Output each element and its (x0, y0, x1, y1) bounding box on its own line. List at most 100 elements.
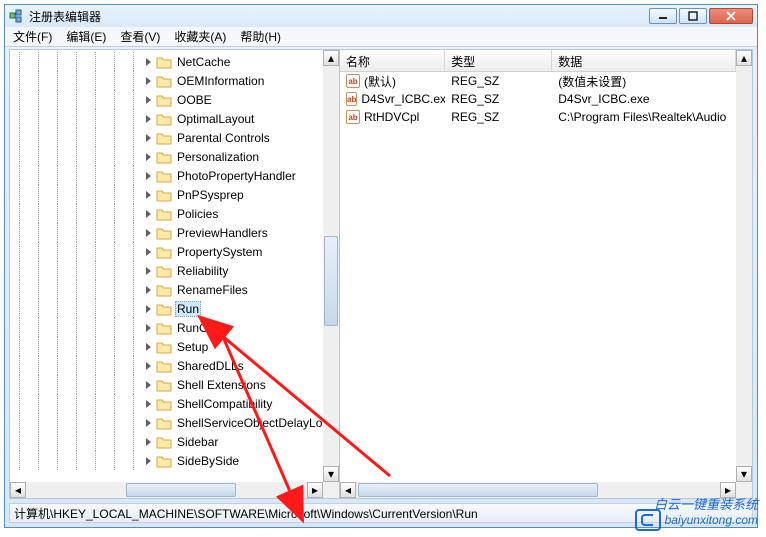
column-header-name[interactable]: 名称 (340, 50, 445, 71)
maximize-button[interactable] (679, 8, 707, 24)
tree-vertical-scrollbar[interactable]: ▴ ▾ (323, 50, 339, 482)
value-type: REG_SZ (451, 92, 499, 106)
expand-icon[interactable] (143, 284, 154, 295)
tree-item[interactable]: Reliability (10, 261, 339, 280)
folder-icon (156, 245, 172, 259)
value-type: REG_SZ (451, 110, 499, 124)
scroll-right-arrow[interactable]: ▸ (307, 482, 323, 498)
tree-item-label: Shell Extensions (175, 378, 268, 392)
value-row[interactable]: ab(默认)REG_SZ(数值未设置) (340, 72, 736, 90)
scroll-left-arrow[interactable]: ◂ (10, 482, 26, 498)
expand-icon[interactable] (143, 455, 154, 466)
tree-item-label: Setup (175, 340, 210, 354)
value-data: C:\Program Files\Realtek\Audio (558, 110, 726, 124)
values-list[interactable]: ab(默认)REG_SZ(数值未设置)abD4Svr_ICBC.exeREG_S… (340, 72, 736, 482)
value-row[interactable]: abD4Svr_ICBC.exeREG_SZD4Svr_ICBC.exe (340, 90, 736, 108)
reg-string-icon: ab (346, 92, 357, 106)
expand-icon[interactable] (143, 360, 154, 371)
folder-icon (156, 359, 172, 373)
expand-icon[interactable] (143, 94, 154, 105)
tree-item[interactable]: SideBySide (10, 451, 339, 470)
tree-item-label: SharedDLLs (175, 359, 246, 373)
folder-icon (156, 416, 172, 430)
expand-icon[interactable] (143, 227, 154, 238)
values-columns-header[interactable]: 名称类型数据 (340, 50, 736, 72)
expand-icon[interactable] (143, 56, 154, 67)
values-panel: 名称类型数据 ab(默认)REG_SZ(数值未设置)abD4Svr_ICBC.e… (340, 50, 752, 498)
expand-icon[interactable] (143, 151, 154, 162)
tree-item-label: PropertySystem (175, 245, 264, 259)
minimize-button[interactable] (649, 8, 677, 24)
expand-icon[interactable] (143, 398, 154, 409)
tree-item[interactable]: Run (10, 299, 339, 318)
menubar: 文件(F)编辑(E)查看(V)收藏夹(A)帮助(H) (5, 27, 757, 47)
tree-item-label: ShellServiceObjectDelayLo (175, 416, 324, 430)
expand-icon[interactable] (143, 417, 154, 428)
column-header-type[interactable]: 类型 (445, 50, 552, 71)
values-vertical-scrollbar[interactable]: ▴ ▾ (736, 50, 752, 482)
tree-item[interactable]: PreviewHandlers (10, 223, 339, 242)
menu-favorites[interactable]: 收藏夹(A) (168, 26, 232, 47)
tree-item[interactable]: RenameFiles (10, 280, 339, 299)
tree-item-label: Reliability (175, 264, 230, 278)
tree-item[interactable]: NetCache (10, 52, 339, 71)
menu-edit[interactable]: 编辑(E) (60, 26, 112, 47)
tree-item[interactable]: PhotoPropertyHandler (10, 166, 339, 185)
close-button[interactable] (709, 8, 753, 24)
expand-icon[interactable] (143, 170, 154, 181)
value-name: RtHDVCpl (364, 110, 419, 124)
expand-icon[interactable] (143, 189, 154, 200)
tree-item[interactable]: OEMInformation (10, 71, 339, 90)
column-header-data[interactable]: 数据 (552, 50, 736, 71)
values-horizontal-scrollbar[interactable]: ◂ ▸ (340, 482, 736, 498)
tree-item-label: Personalization (175, 150, 261, 164)
expand-icon[interactable] (143, 379, 154, 390)
expand-icon[interactable] (143, 132, 154, 143)
expand-icon[interactable] (143, 113, 154, 124)
tree-item-label: Parental Controls (175, 131, 272, 145)
expand-icon[interactable] (143, 75, 154, 86)
reg-string-icon: ab (346, 74, 360, 88)
tree-item[interactable]: ShellServiceObjectDelayLo (10, 413, 339, 432)
menu-file[interactable]: 文件(F) (7, 26, 58, 47)
expand-icon[interactable] (143, 208, 154, 219)
app-icon (9, 8, 25, 24)
tree-item[interactable]: OptimalLayout (10, 109, 339, 128)
expand-icon[interactable] (143, 265, 154, 276)
reg-string-icon: ab (346, 110, 360, 124)
tree-item[interactable]: PnPSysprep (10, 185, 339, 204)
tree-item[interactable]: Shell Extensions (10, 375, 339, 394)
value-name: (默认) (364, 73, 396, 90)
scroll-up-arrow[interactable]: ▴ (323, 50, 339, 66)
registry-tree[interactable]: NetCacheOEMInformation OOBE OptimalLayout P… (10, 50, 339, 472)
folder-icon (156, 169, 172, 183)
scroll-down-arrow[interactable]: ▾ (323, 466, 339, 482)
tree-item[interactable]: SharedDLLs (10, 356, 339, 375)
tree-item[interactable]: Setup (10, 337, 339, 356)
tree-item[interactable]: Policies (10, 204, 339, 223)
tree-item[interactable]: PropertySystem (10, 242, 339, 261)
tree-item[interactable]: RunO (10, 318, 339, 337)
tree-item[interactable]: Parental Controls (10, 128, 339, 147)
expand-icon[interactable] (143, 303, 154, 314)
menu-help[interactable]: 帮助(H) (234, 26, 287, 47)
tree-item[interactable]: Personalization (10, 147, 339, 166)
tree-item-label: PreviewHandlers (175, 226, 270, 240)
tree-horizontal-scrollbar[interactable]: ◂ ▸ (10, 482, 323, 498)
tree-item[interactable]: Sidebar (10, 432, 339, 451)
folder-icon (156, 283, 172, 297)
expand-icon[interactable] (143, 246, 154, 257)
expand-icon[interactable] (143, 341, 154, 352)
tree-item-label: OOBE (175, 93, 214, 107)
tree-item-label: ShellCompatibility (175, 397, 274, 411)
expand-icon[interactable] (143, 436, 154, 447)
value-name: D4Svr_ICBC.exe (361, 92, 445, 106)
tree-item[interactable]: ShellCompatibility (10, 394, 339, 413)
value-row[interactable]: ab RtHDVCpl REG_SZ C:\Program Files\Realtek… (340, 108, 736, 126)
menu-view[interactable]: 查看(V) (114, 26, 166, 47)
titlebar[interactable]: 注册表编辑器 (5, 5, 757, 27)
expand-icon[interactable] (143, 322, 154, 333)
folder-icon (156, 454, 172, 468)
tree-item[interactable]: OOBE (10, 90, 339, 109)
folder-icon (156, 321, 172, 335)
